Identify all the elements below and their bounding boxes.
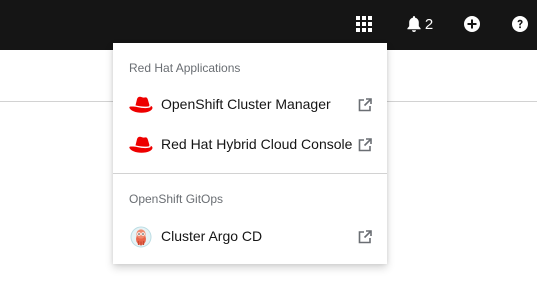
question-circle-icon — [512, 16, 528, 32]
help-button[interactable] — [508, 9, 532, 39]
group-divider — [113, 173, 387, 174]
bell-icon — [407, 16, 421, 32]
group-title-openshift-gitops: OpenShift GitOps — [129, 192, 224, 206]
plus-circle-icon — [464, 16, 480, 32]
menu-item-label: Red Hat Hybrid Cloud Console — [161, 136, 353, 152]
notification-count: 2 — [424, 15, 434, 33]
group-title-red-hat-applications: Red Hat Applications — [129, 61, 241, 75]
quick-create-button[interactable] — [460, 9, 484, 39]
menu-item-cluster-argo-cd[interactable]: Cluster Argo CD — [113, 219, 387, 255]
menu-item-label: Cluster Argo CD — [161, 228, 263, 244]
redhat-logo-icon — [129, 95, 153, 115]
argo-cd-logo-icon — [129, 226, 153, 248]
redhat-logo-icon — [129, 135, 153, 155]
menu-item-red-hat-hybrid-cloud-console[interactable]: Red Hat Hybrid Cloud Console — [113, 127, 387, 163]
menu-item-openshift-cluster-manager[interactable]: OpenShift Cluster Manager — [113, 87, 387, 123]
external-link-icon — [358, 138, 372, 152]
app-launcher-menu: Red Hat Applications OpenShift Cluster M… — [113, 43, 387, 264]
external-link-icon — [358, 230, 372, 244]
grid-icon — [356, 16, 372, 32]
menu-item-label: OpenShift Cluster Manager — [161, 96, 331, 112]
external-link-icon — [358, 98, 372, 112]
notifications-button[interactable]: 2 — [400, 9, 440, 39]
app-launcher-button[interactable] — [350, 9, 378, 39]
